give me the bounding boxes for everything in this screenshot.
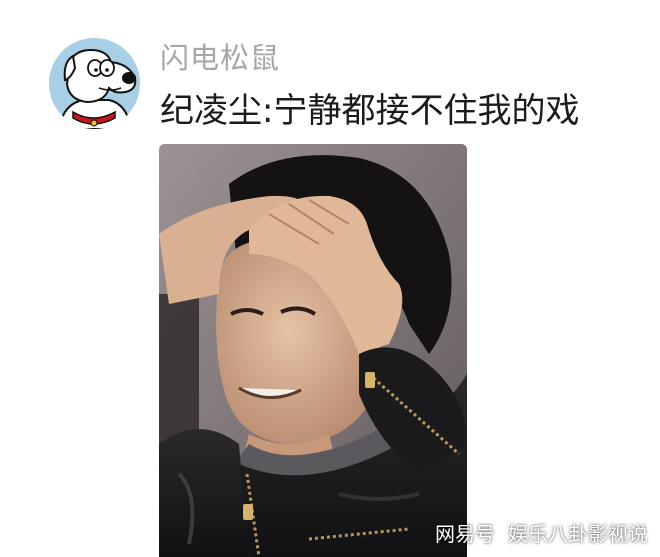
post-photo[interactable] — [159, 144, 467, 557]
user-avatar[interactable] — [49, 38, 140, 129]
photo-icon — [159, 144, 467, 557]
watermark: 网易号 娱乐八卦影视说 — [435, 518, 648, 547]
weibo-post: 闪电松鼠 纪凌尘:宁静都接不住我的戏 网易号 娱乐八卦影视说 — [0, 0, 660, 557]
watermark-divider — [501, 526, 502, 544]
post-text: 纪凌尘:宁静都接不住我的戏 — [160, 91, 580, 131]
watermark-channel: 娱乐八卦影视说 — [508, 522, 648, 546]
username[interactable]: 闪电松鼠 — [160, 38, 280, 78]
watermark-brand: 网易号 — [435, 522, 495, 546]
cartoon-dog-avatar-icon — [49, 38, 140, 129]
